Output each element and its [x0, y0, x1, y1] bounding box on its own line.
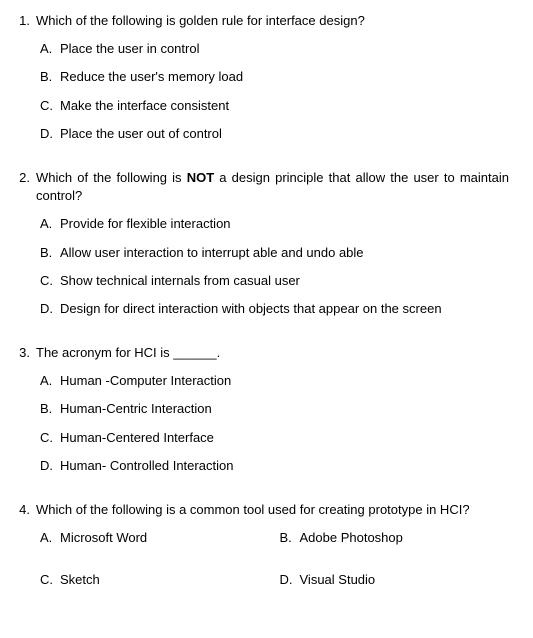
- option: A.Human -Computer Interaction: [40, 372, 509, 390]
- question-header: 1.Which of the following is golden rule …: [8, 12, 509, 30]
- question-number: 4.: [8, 501, 36, 519]
- option-letter: C.: [40, 272, 60, 290]
- option-text: Adobe Photoshop: [300, 529, 510, 547]
- option: C.Make the interface consistent: [40, 97, 509, 115]
- question-text: Which of the following is golden rule fo…: [36, 12, 509, 30]
- question-text-part: Which of the following is a common tool …: [36, 502, 470, 517]
- option: A.Provide for flexible interaction: [40, 215, 509, 233]
- option-letter: D.: [40, 300, 60, 318]
- option-text: Microsoft Word: [60, 529, 270, 547]
- option-text: Place the user in control: [60, 40, 509, 58]
- option-letter: C.: [40, 97, 60, 115]
- option-text: Human- Controlled Interaction: [60, 457, 509, 475]
- option: B.Allow user interaction to interrupt ab…: [40, 244, 509, 262]
- option: B.Human-Centric Interaction: [40, 400, 509, 418]
- option: A.Microsoft Word: [40, 529, 270, 547]
- option-letter: A.: [40, 372, 60, 390]
- options-grid: A.Microsoft Word B.Adobe Photoshop C.Sketc…: [40, 529, 509, 599]
- option-text: Make the interface consistent: [60, 97, 509, 115]
- question-number: 1.: [8, 12, 36, 30]
- option: B.Reduce the user's memory load: [40, 68, 509, 86]
- option-text: Sketch: [60, 571, 270, 589]
- option: D.Design for direct interaction with obj…: [40, 300, 509, 318]
- question-header: 3.The acronym for HCI is ______.: [8, 344, 509, 362]
- option-text: Allow user interaction to interrupt able…: [60, 244, 509, 262]
- question: 1.Which of the following is golden rule …: [8, 12, 509, 143]
- question: 3.The acronym for HCI is ______. A.Human …: [8, 344, 509, 475]
- option-text: Human -Computer Interaction: [60, 372, 509, 390]
- option: D.Human- Controlled Interaction: [40, 457, 509, 475]
- option-letter: B.: [280, 529, 300, 547]
- question-number: 3.: [8, 344, 36, 362]
- option-text: Show technical internals from casual use…: [60, 272, 509, 290]
- option-letter: D.: [40, 457, 60, 475]
- option-letter: B.: [40, 68, 60, 86]
- question-number: 2.: [8, 169, 36, 187]
- option-letter: C.: [40, 429, 60, 447]
- question-text-part: The acronym for HCI is ______.: [36, 345, 220, 360]
- question: 2.Which of the following is NOT a design…: [8, 169, 509, 318]
- options-list: A.Provide for flexible interactionB.Allo…: [40, 215, 509, 318]
- question-text-part: Which of the following is: [36, 170, 187, 185]
- document-body: 1.Which of the following is golden rule …: [8, 12, 509, 600]
- question-text-part: Which of the following is golden rule fo…: [36, 13, 365, 28]
- option: D.Visual Studio: [280, 571, 510, 589]
- question-text: Which of the following is NOT a design p…: [36, 169, 509, 205]
- option: B.Adobe Photoshop: [280, 529, 510, 547]
- option-text: Human-Centered Interface: [60, 429, 509, 447]
- question-text: Which of the following is a common tool …: [36, 501, 509, 519]
- option-letter: B.: [40, 400, 60, 418]
- option-letter: B.: [40, 244, 60, 262]
- option-letter: D.: [40, 125, 60, 143]
- option-text: Provide for flexible interaction: [60, 215, 509, 233]
- question: 4.Which of the following is a common too…: [8, 501, 509, 600]
- question-text-bold: NOT: [187, 170, 214, 185]
- option-text: Visual Studio: [300, 571, 510, 589]
- question-header: 2.Which of the following is NOT a design…: [8, 169, 509, 205]
- option-letter: D.: [280, 571, 300, 589]
- option-text: Design for direct interaction with objec…: [60, 300, 509, 318]
- option: C.Human-Centered Interface: [40, 429, 509, 447]
- options-list: A.Place the user in controlB.Reduce the …: [40, 40, 509, 143]
- option: C.Sketch: [40, 571, 270, 589]
- option: C.Show technical internals from casual u…: [40, 272, 509, 290]
- option-letter: A.: [40, 529, 60, 547]
- question-text: The acronym for HCI is ______.: [36, 344, 509, 362]
- option-text: Human-Centric Interaction: [60, 400, 509, 418]
- option-text: Reduce the user's memory load: [60, 68, 509, 86]
- option-letter: A.: [40, 40, 60, 58]
- option-letter: A.: [40, 215, 60, 233]
- option-letter: C.: [40, 571, 60, 589]
- options-list: A.Human -Computer InteractionB.Human-Cen…: [40, 372, 509, 475]
- question-header: 4.Which of the following is a common too…: [8, 501, 509, 519]
- option-text: Place the user out of control: [60, 125, 509, 143]
- option: D.Place the user out of control: [40, 125, 509, 143]
- option: A.Place the user in control: [40, 40, 509, 58]
